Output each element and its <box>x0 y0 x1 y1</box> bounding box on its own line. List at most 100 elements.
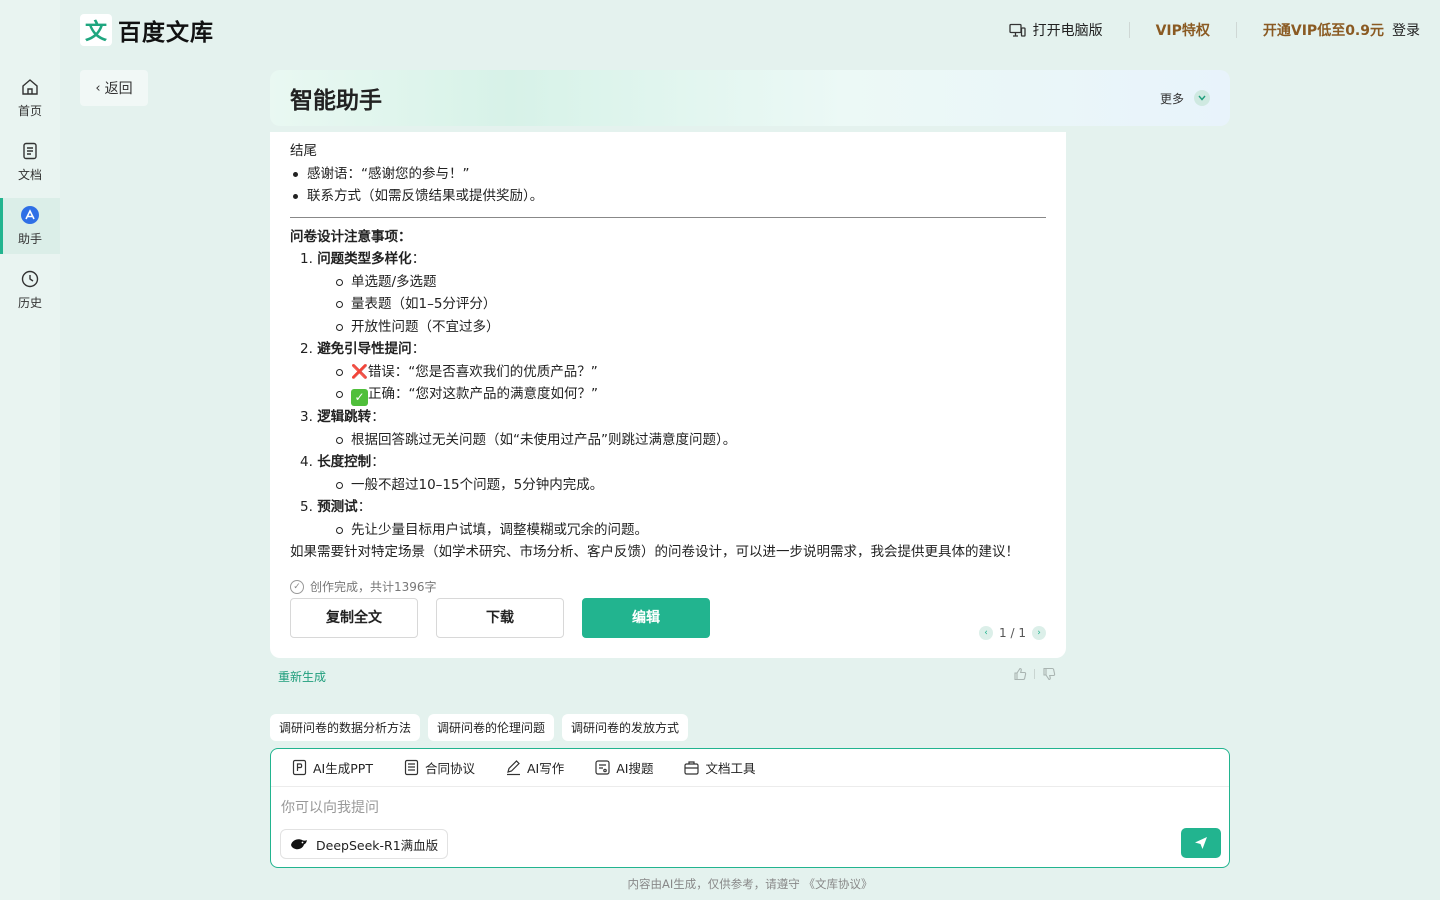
suggestion-chip[interactable]: 调研问卷的伦理问题 <box>428 714 555 741</box>
sub-item: ❌错误：“您是否喜欢我们的优质产品？” <box>300 361 1046 384</box>
sub-item: ✓ 正确：“您对这款产品的满意度如何？” <box>300 383 1046 406</box>
rail-item-assistant[interactable]: 助手 <box>0 198 60 254</box>
answer-pager: ‹ 1 / 1 › <box>979 622 1046 645</box>
chevron-left-icon[interactable]: ‹ <box>979 626 994 641</box>
horizontal-rule <box>290 216 1046 218</box>
sub-item: 先让少量目标用户试填，调整模糊或冗余的问题。 <box>300 519 1046 542</box>
ppt-icon <box>292 759 307 776</box>
desktop-icon <box>1008 23 1026 37</box>
tool-ai-ppt[interactable]: AI生成PPT <box>291 758 373 777</box>
tool-ai-search-question[interactable]: AI搜题 <box>594 758 653 777</box>
sub-item: 量表题（如1–5分评分） <box>300 293 1046 316</box>
sub-item: 单选题/多选题 <box>300 271 1046 294</box>
top-nav: 打开电脑版 VIP特权 开通VIP低至0.9元 登录 <box>1008 18 1420 42</box>
send-icon <box>1195 837 1207 849</box>
back-button[interactable]: ‹ 返回 <box>80 70 148 106</box>
list-item: 感谢语：“感谢您的参与！” <box>290 163 1046 186</box>
chevron-left-icon: ‹ <box>95 80 101 96</box>
thumbs-up-icon[interactable] <box>1013 667 1027 681</box>
regenerate-button[interactable]: 重新生成 <box>278 668 326 685</box>
numbered-item: 1. 问题类型多样化： <box>300 251 426 267</box>
assistant-icon <box>21 206 39 224</box>
tool-doc-tools[interactable]: 文档工具 <box>683 758 755 777</box>
toolbox-icon <box>684 761 700 775</box>
left-rail: 首页 文档 助手 历史 <box>0 0 60 900</box>
rail-item-label: 助手 <box>17 232 42 246</box>
ai-disclaimer: 内容由AI生成，仅供参考，请遵守 《文库协议》 <box>627 877 873 891</box>
numbered-item: 4. 长度控制： <box>300 454 385 470</box>
divider <box>1128 22 1130 38</box>
suggestion-chip[interactable]: 调研问卷的发放方式 <box>562 714 689 741</box>
more-dropdown[interactable]: 更多 <box>1160 90 1210 107</box>
thumbs-down-icon[interactable] <box>1042 667 1056 681</box>
brand-logo[interactable]: 文 百度文库 <box>80 14 214 46</box>
vip-promo-link[interactable]: 开通VIP低至0.9元 <box>1263 20 1384 40</box>
contract-icon <box>404 759 419 776</box>
chevron-down-icon <box>1194 90 1210 106</box>
vip-privileges-link[interactable]: VIP特权 <box>1156 20 1210 40</box>
assistant-header: 智能助手 更多 <box>270 70 1230 126</box>
feedback-controls <box>1013 667 1056 681</box>
composer: AI生成PPT 合同协议 AI写作 AI搜题 文档工具 DeepSeek-R1满… <box>270 748 1230 868</box>
question-input[interactable] <box>281 797 881 819</box>
composer-toolbar: AI生成PPT 合同协议 AI写作 AI搜题 文档工具 <box>271 749 1229 787</box>
clock-icon <box>21 270 39 288</box>
rail-item-home[interactable]: 首页 <box>0 70 60 126</box>
completion-status: ✓ 创作完成，共计1396字 <box>290 576 1046 599</box>
tool-ai-writing[interactable]: AI写作 <box>505 758 564 777</box>
copy-all-button[interactable]: 复制全文 <box>290 598 418 638</box>
more-label: 更多 <box>1159 91 1184 106</box>
brand-name: 百度文库 <box>118 20 214 46</box>
status-text: 创作完成，共计1396字 <box>310 579 437 594</box>
numbered-item: 3. 逻辑跳转： <box>300 409 385 425</box>
edit-button[interactable]: 编辑 <box>582 598 710 638</box>
divider <box>1235 22 1237 38</box>
open-desktop-link[interactable]: 打开电脑版 <box>1008 20 1103 40</box>
suggestion-chip[interactable]: 调研问卷的数据分析方法 <box>270 714 421 741</box>
home-icon <box>22 79 38 95</box>
ending-heading: 结尾 <box>290 143 317 159</box>
logo-mark: 文 <box>80 14 112 46</box>
rail-item-label: 首页 <box>17 104 42 118</box>
page-indicator: 1 / 1 <box>999 626 1026 640</box>
question-search-icon <box>595 760 610 775</box>
cross-mark-icon: ❌ <box>351 363 368 380</box>
login-link[interactable]: 登录 <box>1392 20 1420 40</box>
page-title: 智能助手 <box>290 88 382 114</box>
answer-card: 结尾 感谢语：“感谢您的参与！” 联系方式（如需反馈结果或提供奖励）。 问卷设计… <box>270 132 1066 658</box>
sub-item: 开放性问题（不宜过多） <box>300 316 1046 339</box>
desktop-label: 打开电脑版 <box>1032 23 1103 39</box>
rail-item-history[interactable]: 历史 <box>0 262 60 318</box>
chevron-right-icon[interactable]: › <box>1032 626 1046 641</box>
tool-contract[interactable]: 合同协议 <box>403 758 475 777</box>
rail-item-docs[interactable]: 文档 <box>0 134 60 190</box>
send-button[interactable] <box>1181 828 1221 858</box>
check-mark-icon: ✓ <box>351 389 368 406</box>
list-item: 联系方式（如需反馈结果或提供奖励）。 <box>290 185 1046 208</box>
closing-paragraph: 如果需要针对特定场景（如学术研究、市场分析、客户反馈）的问卷设计，可以进一步说明… <box>290 544 1019 560</box>
numbered-item: 5. 预测试： <box>300 499 372 515</box>
document-icon <box>23 142 37 160</box>
download-button[interactable]: 下载 <box>436 598 564 638</box>
notes-heading: 问卷设计注意事项： <box>290 228 412 245</box>
back-label: 返回 <box>104 81 133 97</box>
rail-item-label: 历史 <box>17 296 42 310</box>
numbered-item: 2. 避免引导性提问： <box>300 341 426 357</box>
section-title: 避免引导性提问 <box>317 341 412 357</box>
divider <box>1034 669 1035 679</box>
pen-icon <box>506 760 520 776</box>
section-title: 逻辑跳转 <box>317 409 372 425</box>
action-buttons: 复制全文 下载 编辑 <box>290 598 728 638</box>
section-title: 预测试 <box>317 499 358 515</box>
model-label: DeepSeek-R1满血版 <box>316 837 439 853</box>
sub-item: 一般不超过10–15个问题，5分钟内完成。 <box>300 474 1046 497</box>
deepseek-whale-icon <box>291 839 307 850</box>
suggestion-chips: 调研问卷的数据分析方法 调研问卷的伦理问题 调研问卷的发放方式 <box>270 714 696 741</box>
model-selector[interactable]: DeepSeek-R1满血版 <box>280 829 449 859</box>
notes-list: 1. 问题类型多样化： 单选题/多选题 量表题（如1–5分评分） 开放性问题（不… <box>290 248 1046 541</box>
section-title: 问题类型多样化 <box>317 251 412 267</box>
check-circle-icon: ✓ <box>290 579 304 594</box>
rail-item-label: 文档 <box>17 168 42 182</box>
sub-item: 根据回答跳过无关问题（如“未使用过产品”则跳过满意度问题）。 <box>300 429 1046 452</box>
section-title: 长度控制 <box>317 454 372 470</box>
